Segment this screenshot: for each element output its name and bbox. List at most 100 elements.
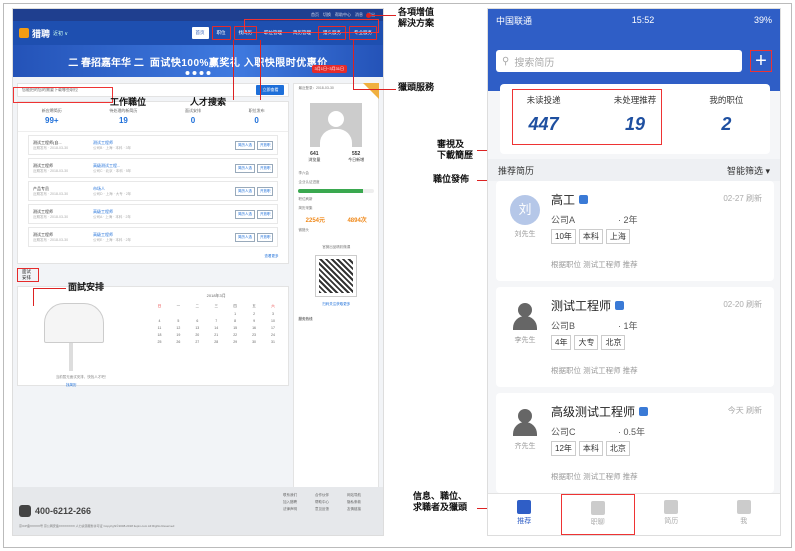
footer-link[interactable]: 隐私条款	[347, 500, 377, 505]
verified-icon	[579, 195, 589, 204]
calendar-day[interactable]: 24	[264, 333, 283, 337]
calendar-day[interactable]: 25	[150, 340, 169, 344]
row-button[interactable]: 简历人选	[234, 140, 255, 150]
resume-card[interactable]: 李先生 测试工程师 02-20 刷新 公司B · 1年 4年 大专 北京 根据职位 …	[496, 287, 774, 387]
footer-link[interactable]: 友情链接	[347, 507, 377, 512]
more-link[interactable]: 查看更多	[18, 250, 288, 263]
job-row[interactable]: 测试工程师 近期发布 · 2018-03-30 高级工程师 公司E · 上海 · 本科…	[28, 227, 279, 247]
row-button[interactable]: 简历人选	[234, 163, 255, 173]
calendar-day[interactable]: 20	[188, 333, 207, 337]
calendar-day[interactable]: 28	[207, 340, 226, 344]
topbar-link[interactable]: 切换	[323, 12, 331, 18]
nav-jobs[interactable]: 职位	[211, 26, 231, 40]
calendar[interactable]: 2018年3月 日一二三四五六 1 2 3 4 5 6 7 8 9 10 11 12 13 14 15 16 17…	[134, 293, 282, 379]
calendar-day[interactable]: 13	[188, 326, 207, 330]
footer-link[interactable]: 法律声明	[283, 507, 313, 512]
calendar-day[interactable]: 22	[226, 333, 245, 337]
topbar-link[interactable]: 消息	[355, 12, 363, 18]
job-row[interactable]: 测试工程师 近期发布 · 2018-03-30 高级工程师 公司A · 上海 · 本科…	[28, 204, 279, 224]
tab-recommend[interactable]: 推荐	[488, 494, 561, 535]
tab-resume[interactable]: 简历	[635, 494, 708, 535]
footer-link[interactable]: 联系我们	[283, 493, 313, 498]
calendar-day[interactable]: 6	[188, 319, 207, 323]
smart-filter-button[interactable]: 智能筛选 ▾	[727, 164, 770, 177]
profile-sidebar: 最近登录：2018-03-30 641 浏览量 552 今日新增 李六会 企业认证进…	[293, 83, 379, 503]
row-button[interactable]: 开放职	[256, 140, 274, 150]
calendar-day[interactable]: 27	[188, 340, 207, 344]
calendar-day[interactable]: 15	[226, 326, 245, 330]
resume-card[interactable]: 刘 刘先生 高工 02-27 刷新 公司A · 2年 10年 本科 上海 根据职位 …	[496, 181, 774, 281]
find-resume-link[interactable]: 找简历	[66, 383, 77, 388]
avatar[interactable]	[310, 103, 363, 147]
calendar-day[interactable]: 2	[245, 312, 264, 316]
footer-link[interactable]: 网站导航	[347, 493, 377, 498]
search-input[interactable]: ⚲ 搜索简历	[496, 50, 742, 72]
stat-job-post[interactable]: 职位发布 0	[249, 108, 265, 125]
calendar-day[interactable]: 5	[169, 319, 188, 323]
highlight-box	[512, 89, 662, 145]
topbar-link[interactable]: 首页	[311, 12, 319, 18]
annotation-review: 審視及 下載簡歷	[437, 140, 474, 161]
job-row[interactable]: 测试工程师 近期发布 · 2018-03-30 高级测试工程... 公司C · 北京 …	[28, 158, 279, 178]
footer-link[interactable]: 意见反馈	[315, 507, 345, 512]
row-button[interactable]: 简历人选	[234, 186, 255, 196]
calendar-day[interactable]: 11	[150, 326, 169, 330]
phone-icon	[19, 505, 31, 517]
row-button[interactable]: 开放职	[256, 232, 274, 242]
interview-tab[interactable]: 面试安排	[17, 268, 39, 282]
calendar-day[interactable]: 29	[226, 340, 245, 344]
job-row[interactable]: 产品专员 近期发布 · 2018-03-30 市场人 公司D · 上海 · 大专 · …	[28, 181, 279, 201]
calendar-day[interactable]: 10	[264, 319, 283, 323]
topbar-link[interactable]: 帮助中心	[335, 12, 351, 18]
status-bar: 中国联通 15:52 39%	[488, 9, 780, 31]
calendar-day[interactable]: 4	[150, 319, 169, 323]
calendar-weekday: 三	[214, 304, 218, 308]
stat-new-resume[interactable]: 新应聘简历 99+	[42, 108, 62, 125]
row-button[interactable]: 简历人选	[234, 232, 255, 242]
calendar-day[interactable]: 23	[245, 333, 264, 337]
resume-card[interactable]: 齐先生 高级测试工程师 今天 刷新 公司C · 0.5年 12年 本科 北京 根据职…	[496, 393, 774, 493]
calendar-day[interactable]: 26	[169, 340, 188, 344]
calendar-day[interactable]: 3	[264, 312, 283, 316]
row-button[interactable]: 开放职	[256, 163, 274, 173]
row-button[interactable]: 开放职	[256, 209, 274, 219]
footer-link[interactable]: 加入猎聘	[283, 500, 313, 505]
desktop-logo[interactable]: 猎聘 近初 ∨	[19, 27, 68, 40]
calendar-day[interactable]: 21	[207, 333, 226, 337]
calendar-day	[207, 312, 226, 316]
calendar-day[interactable]: 30	[245, 340, 264, 344]
nav-home[interactable]: 首页	[191, 27, 209, 39]
add-job-button[interactable]: +	[750, 50, 772, 72]
calendar-day[interactable]: 7	[207, 319, 226, 323]
calendar-day[interactable]: 12	[169, 326, 188, 330]
calendar-day[interactable]: 19	[169, 333, 188, 337]
highlight-box	[244, 19, 379, 33]
stat-interview[interactable]: 面试安排 0	[185, 108, 201, 125]
search-icon: ⚲	[502, 55, 510, 67]
job-row[interactable]: 测试工程师(自... 近期发布 · 2018-03-30 测试工程师 公司B · 上海…	[28, 135, 279, 155]
row-button[interactable]: 开放职	[256, 186, 274, 196]
tab-chat[interactable]: 职聊	[560, 494, 635, 535]
footer-link[interactable]: 合作伙伴	[315, 493, 345, 498]
calendar-day[interactable]: 31	[264, 340, 283, 344]
banner-dots[interactable]	[185, 71, 211, 75]
calendar-day[interactable]: 9	[245, 319, 264, 323]
tab-me[interactable]: 我	[708, 494, 781, 535]
footer-link[interactable]: 帮助中心	[315, 500, 345, 505]
row-button[interactable]: 简历人选	[234, 209, 255, 219]
calendar-day[interactable]: 17	[264, 326, 283, 330]
stat-pending-resume[interactable]: 待处理的新简历 19	[109, 108, 137, 125]
chat-icon	[590, 501, 605, 515]
tab-bar: 推荐 职聊 简历 我	[488, 493, 780, 535]
document-icon	[664, 500, 679, 514]
calendar-day[interactable]: 18	[150, 333, 169, 337]
calendar-day[interactable]: 14	[207, 326, 226, 330]
calendar-weekday: 一	[176, 304, 181, 308]
verified-icon	[639, 407, 649, 416]
calendar-day	[188, 312, 207, 316]
stat-my-jobs[interactable]: 我的职位 2	[709, 94, 743, 154]
calendar-day[interactable]: 16	[245, 326, 264, 330]
promo-banner[interactable]: 二 春招嘉年华 二 面试快100%赢奖礼 入职快限时优惠价 3月1日~3月31日	[13, 45, 383, 77]
calendar-day[interactable]: 8	[226, 319, 245, 323]
calendar-day[interactable]: 1	[226, 312, 245, 316]
